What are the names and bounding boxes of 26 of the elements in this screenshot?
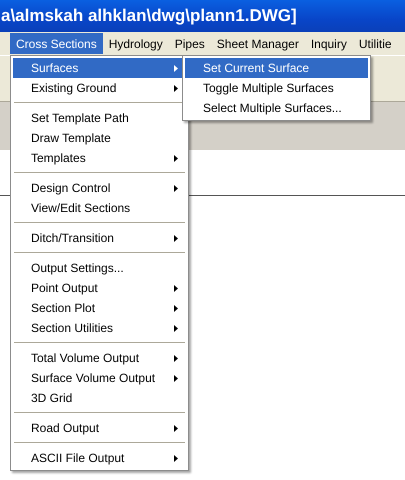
menu-item[interactable]: Section Utilities — [13, 318, 186, 338]
menu-item[interactable]: Surface Volume Output — [13, 368, 186, 388]
menu-item[interactable]: Total Volume Output — [13, 348, 186, 368]
menu-bar-item[interactable]: Pipes — [168, 33, 211, 54]
menu-bar-item[interactable]: Hydrology — [102, 33, 169, 54]
menu-bar-item[interactable]: Inquiry — [304, 33, 353, 54]
menu-item[interactable]: Set Current Surface — [185, 58, 368, 78]
menu-bar-item[interactable]: Utilitie — [352, 33, 398, 54]
menu-bar-item[interactable]: Sheet Manager — [210, 33, 305, 54]
menu-item[interactable]: View/Edit Sections — [13, 198, 186, 218]
menu-item[interactable]: Output Settings... — [13, 258, 186, 278]
menu-item[interactable]: Ditch/Transition — [13, 228, 186, 248]
menu-item[interactable]: Toggle Multiple Surfaces — [185, 78, 368, 98]
menu-item[interactable]: Road Output — [13, 418, 186, 438]
menu-item[interactable]: Section Plot — [13, 298, 186, 318]
menu-item[interactable]: Draw Template — [13, 128, 186, 148]
menu-item[interactable]: 3D Grid — [13, 388, 186, 408]
menu-item[interactable]: Point Output — [13, 278, 186, 298]
menu-item[interactable]: Set Template Path — [13, 108, 186, 128]
window-title: a\almskah alhklan\dwg\plann1.DWG] — [0, 6, 297, 26]
menu-item[interactable]: Design Control — [13, 178, 186, 198]
menu-item[interactable]: Select Multiple Surfaces... — [185, 98, 368, 118]
menu-item[interactable]: Templates — [13, 148, 186, 168]
menu-bar-item[interactable]: Cross Sections — [10, 33, 103, 54]
menu-item[interactable]: Existing Ground — [13, 78, 186, 98]
menu-item[interactable]: ASCII File Output — [13, 448, 186, 468]
